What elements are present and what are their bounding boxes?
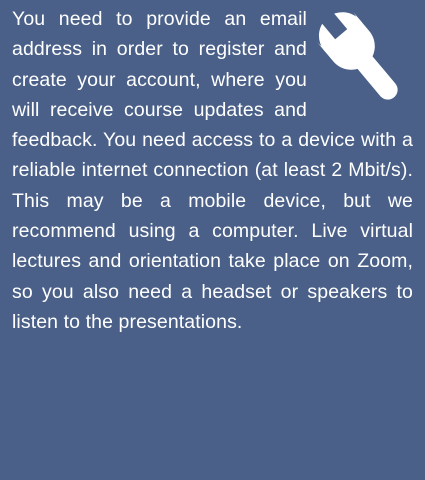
requirements-panel: You need to provide an email address in … [0, 0, 425, 480]
wrench-icon [313, 4, 411, 122]
